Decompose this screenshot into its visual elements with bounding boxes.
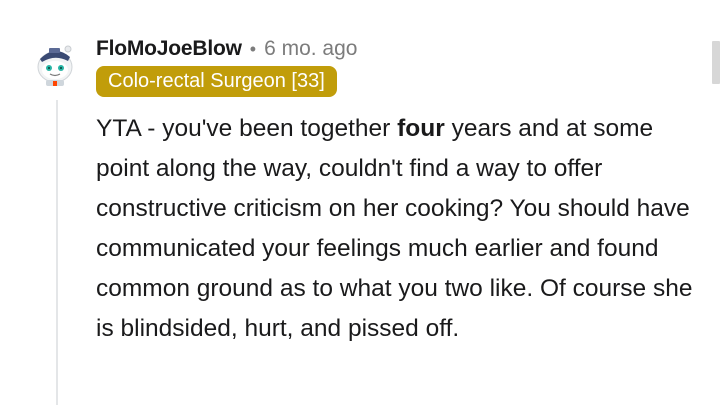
comment-text-bold: four [397, 115, 445, 142]
meta-separator: • [249, 38, 257, 59]
user-avatar[interactable] [32, 40, 78, 86]
snoo-avatar-icon [37, 45, 73, 86]
comment-text-end: years and at some point along the way, c… [96, 115, 693, 342]
comment-text-start: YTA - you've been together [96, 115, 398, 142]
comment-age: 6 mo. ago [264, 37, 358, 60]
scrollbar-thumb[interactable] [712, 41, 720, 84]
thread-line[interactable] [56, 100, 58, 405]
comment-meta: FloMoJoeBlow • 6 mo. ago [96, 34, 357, 64]
comment-body: YTA - you've been together four years an… [96, 109, 696, 349]
user-flair: Colo-rectal Surgeon [33] [96, 66, 337, 97]
username-link[interactable]: FloMoJoeBlow [96, 37, 242, 61]
